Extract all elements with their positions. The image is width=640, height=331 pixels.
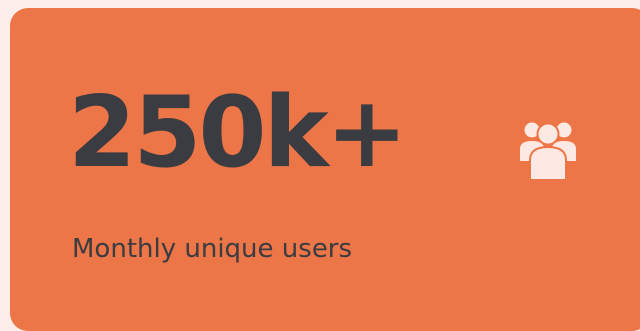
stat-value: 250k+ <box>68 76 408 190</box>
stat-card: 250k+ Monthly unique users <box>10 8 640 331</box>
users-group-icon <box>512 110 584 182</box>
stat-label: Monthly unique users <box>72 234 353 264</box>
